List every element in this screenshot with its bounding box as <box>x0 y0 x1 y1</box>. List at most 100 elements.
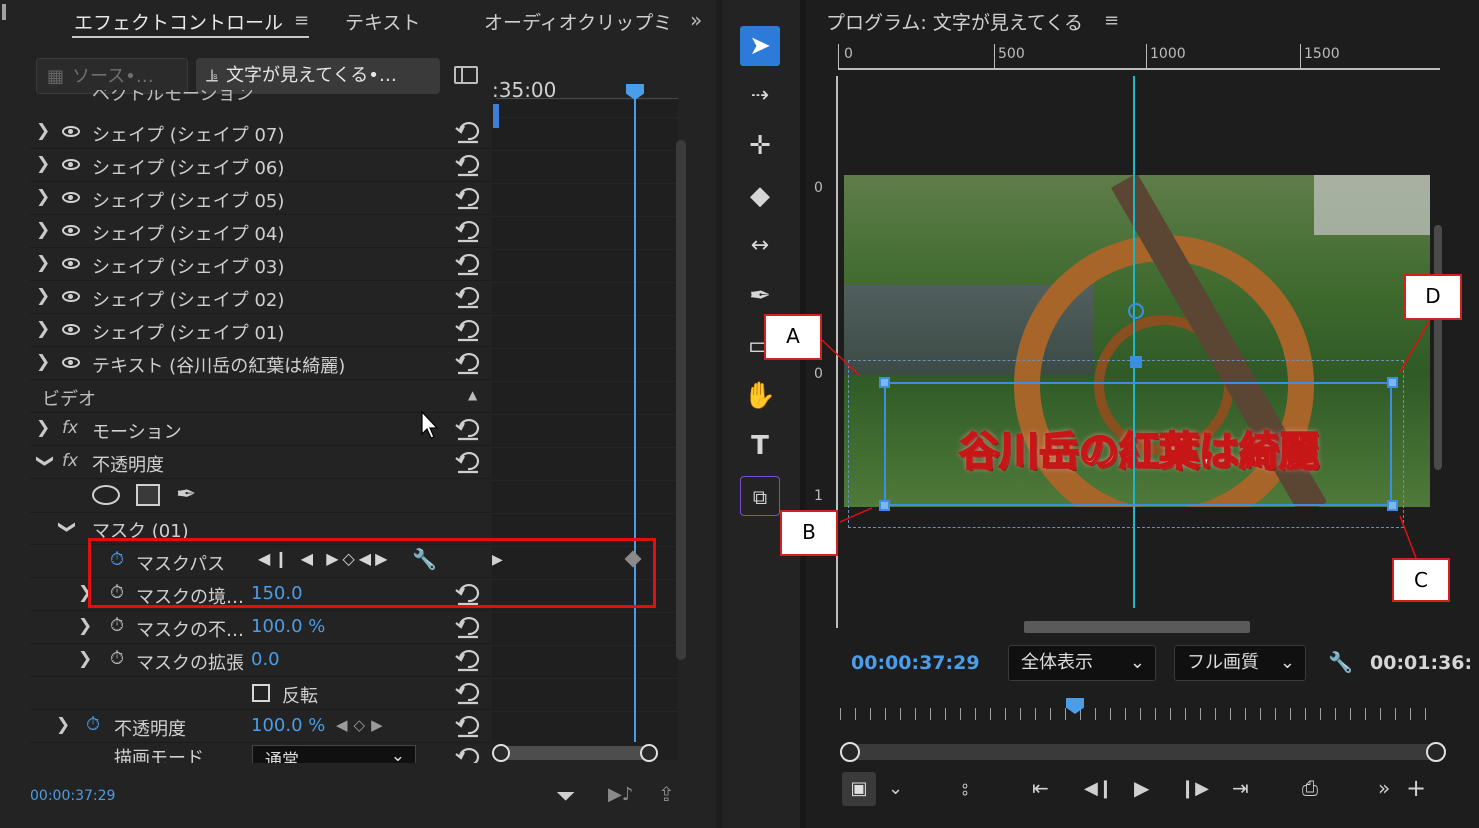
transform-tool-icon[interactable]: ⧉ <box>740 476 780 516</box>
eye-icon[interactable] <box>62 357 80 368</box>
track-select-tool-icon[interactable]: ⇢ <box>740 76 780 116</box>
panel-menu-icon[interactable]: ≡ <box>294 10 309 31</box>
razor-tool-icon[interactable]: ◆ <box>740 176 780 216</box>
reset-icon[interactable] <box>454 152 482 178</box>
keyframe-nav[interactable]: ◀◇▶ <box>336 716 389 734</box>
shape-row[interactable]: ❯ シェイプ (シェイプ 03) <box>30 248 490 281</box>
source-clip-selector[interactable]: ▦ ソース•… <box>36 58 188 94</box>
chevron-right-icon[interactable]: ❯ <box>36 319 50 339</box>
shape-row[interactable]: ❯ シェイプ (シェイプ 01) <box>30 314 490 347</box>
add-button-icon[interactable]: + <box>1406 774 1426 802</box>
zoom-bar-left-handle[interactable] <box>492 744 510 762</box>
eye-icon[interactable] <box>62 126 80 137</box>
effect-timeline[interactable] <box>492 100 678 760</box>
zoom-bar-right-handle[interactable] <box>640 744 658 762</box>
opacity-row[interactable]: ❯ ⏱ 不透明度 100.0 % ◀◇▶ <box>30 710 490 743</box>
go-to-in-icon[interactable]: ⇤ <box>1032 776 1049 800</box>
reset-icon[interactable] <box>454 218 482 244</box>
shape-row[interactable]: ❯ シェイプ (シェイプ 02) <box>30 281 490 314</box>
stopwatch-icon[interactable]: ⏱ <box>110 648 124 669</box>
loop-audio-icon[interactable]: ▶♪ <box>608 784 633 805</box>
ellipse-mask-icon[interactable] <box>92 485 120 505</box>
chevron-down-icon[interactable]: ❯ <box>35 454 55 468</box>
mask-opacity-value[interactable]: 100.0 % <box>251 616 325 637</box>
filter-icon[interactable]: ⏷ <box>556 782 575 810</box>
opacity-value[interactable]: 100.0 % <box>251 715 325 736</box>
chevron-right-icon[interactable]: ❯ <box>36 154 50 174</box>
stopwatch-icon[interactable]: ⏱ <box>110 615 124 636</box>
blend-mode-row[interactable]: 描画モード 通常 ⌄ <box>30 743 490 763</box>
mask-expansion-row[interactable]: ❯ ⏱ マスクの拡張 0.0 <box>30 644 490 677</box>
tab-audio-clip-mixer[interactable]: オーディオクリップミ <box>484 8 680 35</box>
tab-effect-controls[interactable]: エフェクトコントロール <box>74 8 283 35</box>
blend-mode-dropdown[interactable]: 通常 ⌄ <box>252 745 416 763</box>
chevron-right-icon[interactable]: ❯ <box>36 220 50 240</box>
keyframe-nav-right[interactable]: ▶ <box>492 552 503 568</box>
eye-icon[interactable] <box>62 291 80 302</box>
reset-icon[interactable] <box>454 317 482 343</box>
chevron-right-icon[interactable]: ❯ <box>78 616 92 636</box>
eye-icon[interactable] <box>62 192 80 203</box>
stopwatch-icon[interactable]: ⏱ <box>86 714 100 735</box>
eye-icon[interactable] <box>62 225 80 236</box>
mark-in-icon[interactable]: ⦂ <box>962 776 968 800</box>
rectangle-mask-icon[interactable] <box>136 484 160 506</box>
reset-icon[interactable] <box>454 119 482 145</box>
reset-icon[interactable] <box>454 185 482 211</box>
chevron-right-icon[interactable]: ❯ <box>78 649 92 669</box>
ec-timecode[interactable]: 00:00:37:29 <box>30 788 115 804</box>
selection-tool-icon[interactable]: ➤ <box>740 26 780 66</box>
wrench-icon[interactable]: 🔧 <box>1328 650 1353 674</box>
sequence-clip-selector[interactable]: ⫡ 文字が見えてくる•… <box>196 58 440 94</box>
shape-row[interactable]: ❯ シェイプ (シェイプ 07) <box>30 116 490 149</box>
chevron-right-icon[interactable]: ❯ <box>36 352 50 372</box>
overflow-tabs-icon[interactable]: » <box>690 8 702 32</box>
marker-button[interactable]: ▣ <box>842 772 876 806</box>
fx-icon[interactable]: fx <box>62 451 78 471</box>
reset-icon[interactable] <box>454 647 482 673</box>
chevron-right-icon[interactable]: ❯ <box>36 253 50 273</box>
reset-icon[interactable] <box>454 713 482 739</box>
slip-tool-icon[interactable]: ↔ <box>740 226 780 266</box>
shape-row[interactable]: ❯ シェイプ (シェイプ 04) <box>30 215 490 248</box>
reset-icon[interactable] <box>454 251 482 277</box>
eye-icon[interactable] <box>62 258 80 269</box>
reset-icon[interactable] <box>454 449 482 475</box>
vertical-scrollbar[interactable] <box>676 140 686 660</box>
pen-tool-icon[interactable]: ✒ <box>740 276 780 316</box>
eye-icon[interactable] <box>62 159 80 170</box>
monitor-zoom-bar[interactable] <box>844 744 1438 760</box>
text-layer-row[interactable]: ❯ テキスト (谷川岳の紅葉は綺麗) <box>30 347 490 380</box>
shape-row[interactable]: ❯ シェイプ (シェイプ 06) <box>30 149 490 182</box>
play-icon[interactable]: ▶ <box>1134 776 1149 800</box>
go-to-out-icon[interactable]: ⇥ <box>1232 776 1249 800</box>
invert-checkbox[interactable] <box>252 684 270 702</box>
reset-icon[interactable] <box>454 614 482 640</box>
chevron-right-icon[interactable]: ❯ <box>56 715 70 735</box>
step-forward-icon[interactable]: ❙▶ <box>1180 778 1209 799</box>
invert-row[interactable]: 反転 <box>30 677 490 710</box>
reset-icon[interactable] <box>454 680 482 706</box>
chevron-right-icon[interactable]: ❯ <box>36 418 50 438</box>
monitor-zoom-right-handle[interactable] <box>1426 742 1446 762</box>
type-tool-icon[interactable]: T <box>740 426 780 466</box>
export-icon[interactable]: ⇪ <box>658 782 675 806</box>
chevron-right-icon[interactable]: ❯ <box>36 121 50 141</box>
shape-row[interactable]: ❯ シェイプ (シェイプ 05) <box>30 182 490 215</box>
hand-tool-icon[interactable]: ✋ <box>740 376 780 416</box>
reset-icon[interactable] <box>454 350 482 376</box>
zoom-dropdown[interactable]: 全体表示 ⌄ <box>1008 645 1156 681</box>
reset-icon[interactable] <box>454 284 482 310</box>
export-frame-icon[interactable]: ⎙ <box>1302 776 1318 800</box>
quality-dropdown[interactable]: フル画質 ⌄ <box>1174 645 1306 681</box>
mask-expansion-value[interactable]: 0.0 <box>251 649 280 670</box>
reset-icon[interactable] <box>454 416 482 442</box>
pen-mask-icon[interactable]: ✒ <box>176 480 196 508</box>
toggle-timeline-icon[interactable] <box>454 66 478 84</box>
tab-text[interactable]: テキスト <box>345 8 420 35</box>
reset-icon[interactable] <box>454 745 482 763</box>
current-timecode[interactable]: 00:00:37:29 <box>851 652 980 674</box>
fx-icon[interactable]: fx <box>62 418 78 438</box>
ripple-edit-tool-icon[interactable]: ✛ <box>740 126 780 166</box>
chevron-down-icon[interactable]: ❯ <box>57 520 77 534</box>
